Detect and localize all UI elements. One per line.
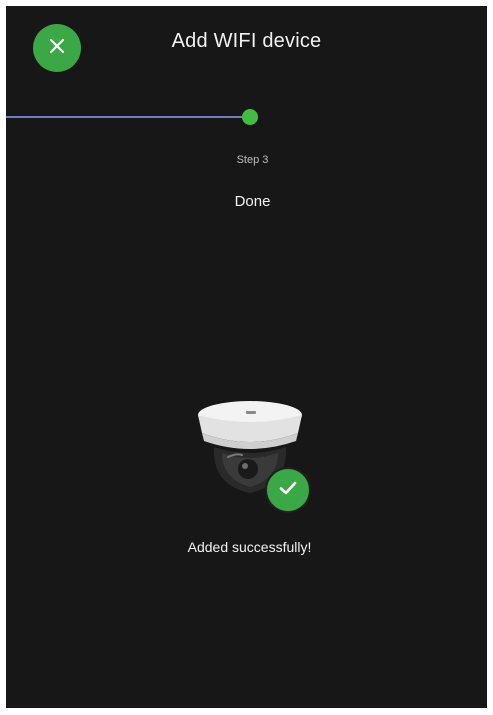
success-message: Added successfully! — [187, 539, 312, 555]
success-badge — [265, 467, 311, 513]
step-name-label: Done — [234, 193, 271, 210]
app-screen: Add WIFI device Step 3 Done Added succes… — [6, 6, 487, 708]
step-number-label: Step 3 — [236, 154, 269, 166]
progress-current-step-dot — [242, 109, 258, 125]
checkmark-icon — [277, 477, 299, 504]
progress-track — [6, 116, 248, 118]
page-title: Add WIFI device — [171, 30, 322, 52]
